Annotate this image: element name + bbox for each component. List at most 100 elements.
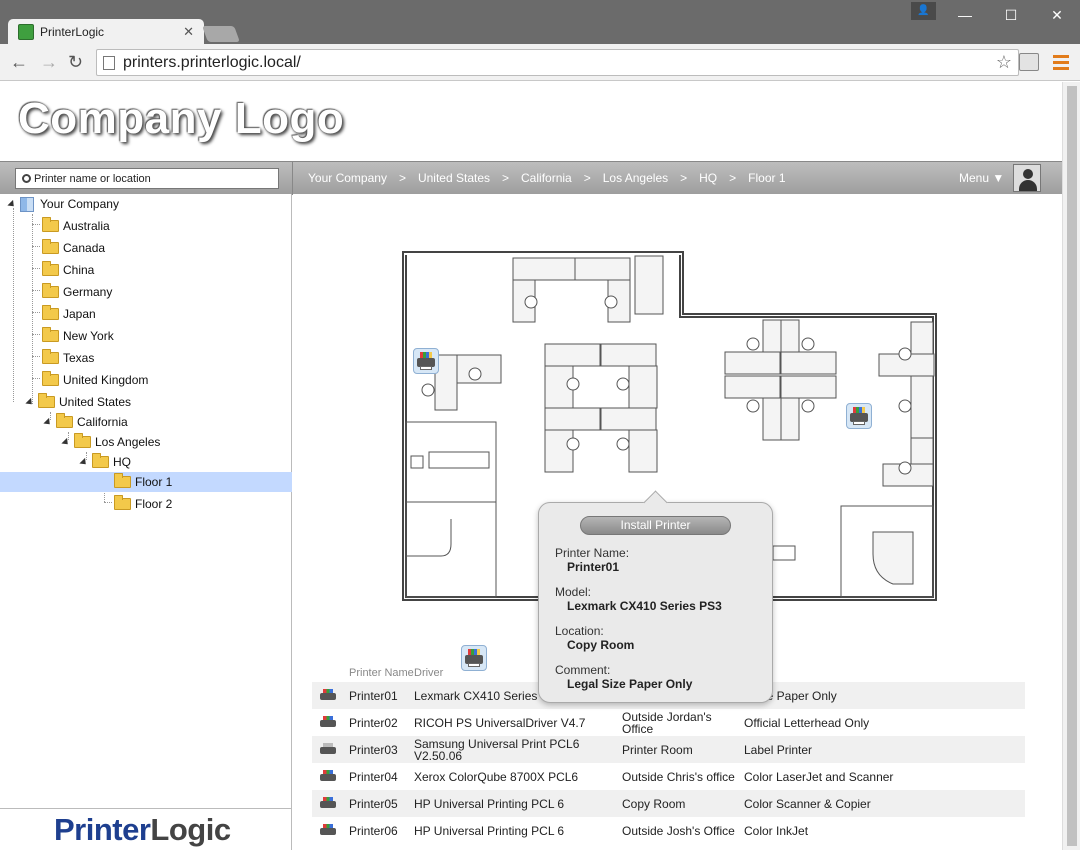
printer-icon — [320, 688, 336, 702]
address-bar[interactable]: printers.printerlogic.local/ ☆ — [96, 49, 1019, 76]
tree-node-japan[interactable]: Japan — [42, 304, 96, 324]
reload-icon[interactable]: ↻ — [68, 52, 83, 72]
cell-comment: Color InkJet — [744, 823, 809, 838]
search-input[interactable] — [34, 172, 264, 185]
maximize-icon[interactable]: ☐ — [988, 7, 1034, 24]
map-printer-icon[interactable] — [413, 348, 439, 374]
tree-node-your-company[interactable]: Your Company — [7, 194, 119, 214]
table-row[interactable]: Printer05 HP Universal Printing PCL 6 Co… — [312, 790, 1025, 817]
tree-node-united-states[interactable]: United States — [25, 392, 131, 412]
printer-search-box[interactable] — [15, 168, 279, 189]
company-logo: Company Logo — [18, 94, 345, 143]
company-building-icon — [20, 196, 34, 212]
comment-value: Legal Size Paper Only — [567, 677, 693, 691]
tree-node-california[interactable]: California — [43, 412, 128, 432]
table-row[interactable]: Printer06 HP Universal Printing PCL 6 Ou… — [312, 817, 1025, 844]
install-printer-button[interactable]: Install Printer — [580, 516, 731, 535]
divider — [292, 162, 293, 195]
printer-icon — [320, 715, 336, 729]
collapse-arrow-icon[interactable] — [7, 199, 17, 209]
menu-button[interactable]: Menu ▼ — [959, 171, 1004, 185]
tree-node-australia[interactable]: Australia — [42, 216, 110, 236]
folder-icon — [56, 413, 73, 428]
column-comment[interactable]: ment — [744, 656, 1025, 682]
location-tree: Your Company Australia Canada China Germ… — [0, 194, 292, 808]
breadcrumb-your-company[interactable]: Your Company — [308, 171, 387, 185]
collapse-arrow-icon[interactable] — [25, 397, 35, 407]
tree-label: Japan — [63, 307, 96, 321]
title-bar: PrinterLogic ✕ 👤 — ☐ ✕ — [0, 0, 1080, 44]
tree-label: Floor 1 — [135, 475, 173, 489]
web-page: Company Logo Your Company > United State… — [0, 82, 1062, 850]
table-row[interactable]: Printer02 RICOH PS UniversalDriver V4.7 … — [312, 709, 1025, 736]
printer-icon — [320, 742, 336, 756]
table-row[interactable]: Printer04 Xerox ColorQube 8700X PCL6 Out… — [312, 763, 1025, 790]
cell-driver: RICOH PS UniversalDriver V4.7 — [414, 715, 586, 730]
tree-label: California — [77, 415, 128, 429]
minimize-icon[interactable]: — — [942, 7, 988, 23]
bookmark-star-icon[interactable]: ☆ — [996, 52, 1012, 73]
tree-node-hq[interactable]: HQ — [79, 452, 131, 472]
cell-location: Outside Josh's Office — [622, 823, 735, 838]
close-tab-icon[interactable]: ✕ — [183, 24, 194, 40]
printer-name-value: Printer01 — [567, 560, 620, 574]
breadcrumb-separator: > — [398, 171, 406, 185]
breadcrumb-united-states[interactable]: United States — [418, 171, 490, 185]
printerlogic-brand-logo: PrinterLogic — [0, 808, 292, 850]
folder-icon — [42, 305, 59, 320]
tree-label: Germany — [63, 285, 113, 299]
folder-icon — [42, 349, 59, 364]
browser-tab[interactable]: PrinterLogic ✕ — [8, 19, 204, 44]
search-icon — [22, 174, 31, 183]
folder-icon — [114, 473, 131, 488]
cell-name: Printer05 — [349, 790, 414, 817]
model-value: Lexmark CX410 Series PS3 — [567, 599, 722, 613]
printer-icon — [320, 796, 336, 810]
breadcrumb-separator: > — [583, 171, 591, 185]
map-printer-icon[interactable] — [846, 403, 872, 429]
cell-location: Outside Jordan's Office — [622, 709, 712, 736]
vertical-scrollbar[interactable] — [1062, 82, 1080, 850]
back-arrow-icon[interactable]: ← — [10, 52, 28, 72]
collapse-arrow-icon[interactable] — [79, 457, 89, 467]
location-label: Location: — [555, 624, 604, 638]
column-printer-name[interactable]: Printer Name — [349, 656, 414, 682]
tree-node-los-angeles[interactable]: Los Angeles — [61, 432, 160, 452]
tree-label: New York — [63, 329, 114, 343]
tree-node-canada[interactable]: Canada — [42, 238, 105, 258]
folder-icon — [38, 393, 55, 408]
browser-menu-icon[interactable] — [1053, 55, 1069, 73]
cell-driver: HP Universal Printing PCL 6 — [414, 823, 565, 838]
forward-arrow-icon[interactable]: → — [40, 52, 58, 72]
tree-node-germany[interactable]: Germany — [42, 282, 112, 302]
printer-extension-icon[interactable] — [1019, 53, 1039, 71]
breadcrumb-floor-1[interactable]: Floor 1 — [748, 171, 785, 185]
table-row[interactable]: Printer03 Samsung Universal Print PCL6 V… — [312, 736, 1025, 763]
profile-icon[interactable]: 👤 — [911, 2, 936, 20]
printer-icon — [320, 769, 336, 783]
tree-node-floor-1[interactable]: Floor 1 — [0, 472, 292, 492]
collapse-arrow-icon[interactable] — [61, 437, 71, 447]
page-icon — [103, 55, 115, 70]
tree-node-texas[interactable]: Texas — [42, 348, 94, 368]
new-tab-button[interactable] — [202, 26, 240, 42]
user-avatar-icon[interactable] — [1013, 164, 1041, 192]
cell-location: Printer Room — [622, 736, 744, 763]
scrollbar-thumb[interactable] — [1067, 86, 1077, 846]
collapse-arrow-icon[interactable] — [43, 417, 53, 427]
browser-toolbar: ← → ↻ printers.printerlogic.local/ ☆ — [0, 44, 1080, 81]
folder-icon — [42, 327, 59, 342]
close-window-icon[interactable]: ✕ — [1034, 7, 1080, 24]
brand-part-1: Printer — [54, 812, 151, 847]
browser-window: PrinterLogic ✕ 👤 — ☐ ✕ ← → ↻ printers.pr… — [0, 0, 1080, 850]
tree-node-united-kingdom[interactable]: United Kingdom — [42, 370, 148, 390]
breadcrumb-hq[interactable]: HQ — [699, 171, 717, 185]
tree-label: Canada — [63, 241, 106, 255]
tree-node-floor-2[interactable]: Floor 2 — [114, 494, 172, 514]
breadcrumb-california[interactable]: California — [521, 171, 572, 185]
cell-comment: Color Scanner & Copier — [744, 790, 1025, 817]
tree-node-new-york[interactable]: New York — [42, 326, 114, 346]
tree-node-china[interactable]: China — [42, 260, 94, 280]
breadcrumb-los-angeles[interactable]: Los Angeles — [603, 171, 668, 185]
tree-label: United Kingdom — [63, 373, 149, 387]
